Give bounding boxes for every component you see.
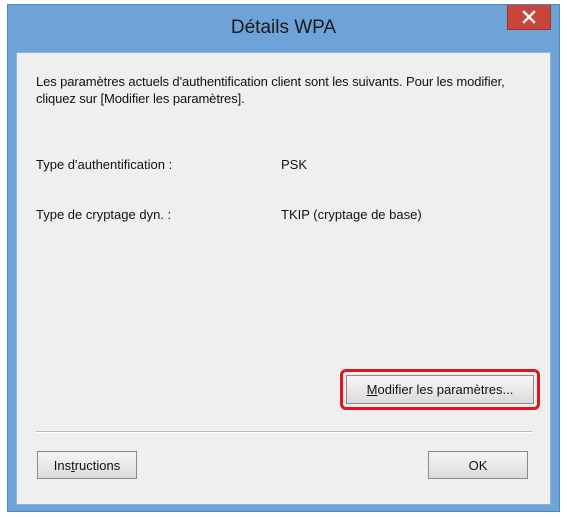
modify-label-rest: odifier les paramètres... (377, 382, 514, 397)
auth-type-label: Type d'authentification : (36, 157, 173, 172)
instructions-label-pre: Ins (53, 457, 72, 473)
modify-settings-button[interactable]: Modifier les paramètres... (346, 375, 534, 404)
encryption-type-label: Type de cryptage dyn. : (36, 207, 172, 222)
close-icon (522, 10, 536, 24)
instructions-button[interactable]: Ins t ructions (37, 451, 137, 479)
description-text: Les paramètres actuels d'authentificatio… (36, 74, 505, 106)
encryption-type-value: TKIP (cryptage de base) (281, 207, 422, 222)
title-bar[interactable]: Détails WPA (8, 5, 559, 52)
ok-button[interactable]: OK (428, 451, 528, 479)
wpa-details-dialog: Détails WPA Les paramètres actuels d'aut… (7, 4, 560, 512)
close-button[interactable] (507, 5, 551, 30)
window-title: Détails WPA (230, 17, 337, 38)
modify-mnemonic: M (366, 382, 378, 397)
auth-type-value: PSK (281, 157, 308, 172)
dialog-body: Les paramètres actuels d'authentificatio… (16, 52, 551, 505)
instructions-label-post: ructions (74, 457, 121, 473)
separator (36, 431, 532, 433)
